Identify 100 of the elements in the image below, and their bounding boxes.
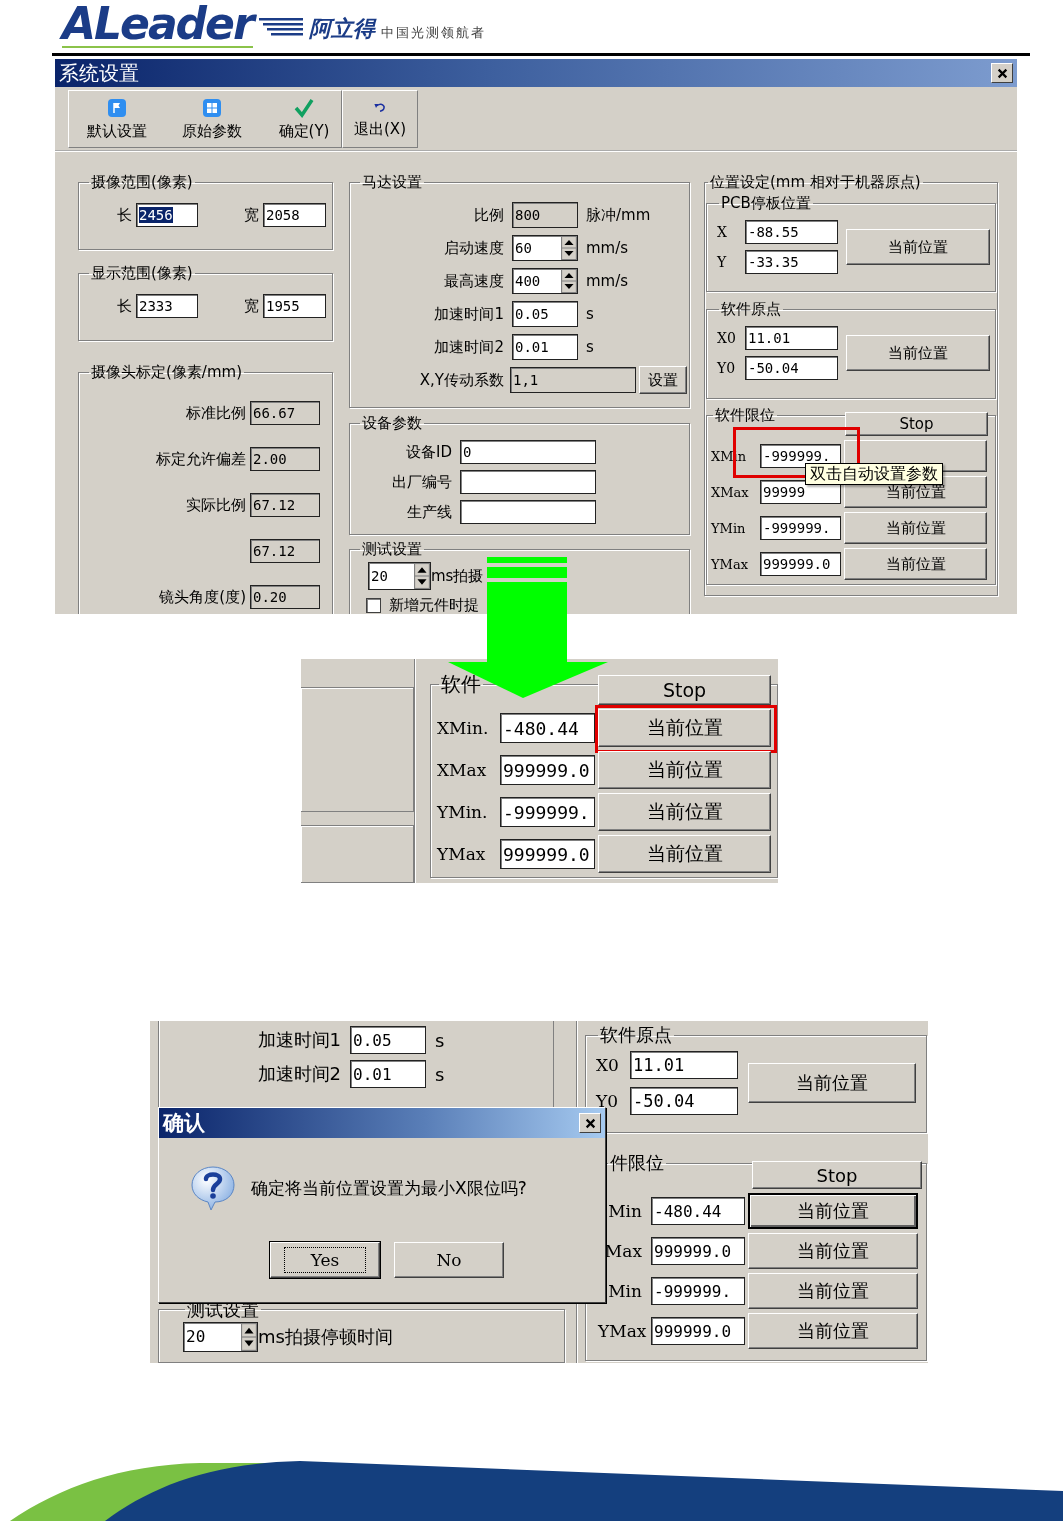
spin-box[interactable]: 20 (368, 562, 431, 590)
dialog-title: 确认 (163, 1110, 205, 1137)
text-field[interactable]: 0.01 (512, 334, 578, 360)
dialog-button[interactable]: Yes (270, 1242, 380, 1278)
unit-label: 脉冲/mm (586, 205, 651, 225)
text-field[interactable]: -50.04 (630, 1087, 738, 1115)
unit-label: s (435, 1029, 445, 1051)
current-position-button[interactable]: 当前位置 (846, 229, 990, 265)
set-button[interactable]: 设置 (639, 366, 687, 394)
group-title: 软件原点 (720, 301, 782, 318)
text-field[interactable]: 0.20 (250, 585, 320, 609)
text-field[interactable]: 999999.0 (760, 552, 841, 576)
current-position-button[interactable]: 当前位置 (748, 1193, 918, 1229)
current-position-button[interactable]: 当前位置 (748, 1313, 918, 1349)
field-label: XMin. (437, 718, 490, 738)
spinner-arrows-icon[interactable] (241, 1322, 257, 1351)
checkbox[interactable] (366, 598, 381, 613)
field-label: 宽 (243, 205, 259, 225)
text-field[interactable]: -480.44 (651, 1197, 745, 1225)
field-label: X0 (717, 330, 737, 346)
text-field[interactable]: 11.01 (630, 1051, 738, 1079)
text-field[interactable]: 2.00 (250, 447, 320, 471)
text-field[interactable]: -999999. (760, 516, 841, 540)
field-label: XMax (711, 484, 750, 500)
current-position-button[interactable]: 当前位置 (748, 1063, 916, 1103)
stop-button[interactable]: Stop (845, 412, 988, 436)
text-field[interactable]: -480.44 (500, 713, 595, 743)
text-field[interactable] (460, 500, 596, 524)
text-field[interactable]: 0.05 (512, 301, 578, 327)
text-field[interactable]: 1955 (263, 294, 326, 318)
spinner-arrows-icon[interactable] (414, 563, 430, 589)
text-field[interactable]: 800 (512, 202, 578, 228)
spinner-arrows-icon[interactable] (561, 236, 577, 260)
dialog-button[interactable]: No (394, 1242, 504, 1278)
brand-name: 阿立得 (308, 15, 375, 43)
current-position-button[interactable]: 当前位置 (598, 835, 771, 873)
text-field[interactable]: 2333 (136, 294, 198, 318)
group-title: 软件限位 (714, 407, 776, 424)
check-icon (294, 97, 314, 118)
text-field[interactable]: 2456 (136, 203, 198, 227)
toolbar-button[interactable]: 确定(Y) (267, 91, 341, 147)
field-label: 加速时间2 (433, 337, 504, 357)
current-position-button[interactable]: 当前位置 (748, 1273, 918, 1309)
stop-button[interactable]: Stop (752, 1161, 922, 1189)
text-field[interactable]: 2058 (263, 203, 326, 227)
field-label: 比例 (473, 205, 504, 225)
text-field[interactable]: -999999. (651, 1277, 745, 1305)
text-field[interactable]: 67.12 (250, 539, 320, 563)
text-field[interactable]: 11.01 (745, 326, 838, 350)
text-field[interactable]: 999999.0 (651, 1317, 745, 1345)
text-field[interactable]: 67.12 (250, 493, 320, 517)
unit-label: s (586, 305, 594, 323)
spin-box[interactable]: 20 (183, 1321, 258, 1352)
text-field[interactable]: 66.67 (250, 401, 320, 425)
text-field[interactable]: -33.35 (745, 250, 838, 274)
field-label: 宽 (243, 296, 259, 316)
text-field[interactable]: 1,1 (510, 367, 636, 393)
unit-label: s (586, 338, 594, 356)
current-position-button[interactable]: 当前位置 (598, 751, 771, 789)
unit-label: s (435, 1063, 445, 1085)
text-field[interactable]: 0.01 (350, 1060, 426, 1088)
text-field[interactable] (460, 470, 596, 494)
spin-box[interactable]: 60 (512, 235, 578, 261)
group-title: 显示范围(像素) (90, 265, 194, 282)
spinner-arrows-icon[interactable] (561, 269, 577, 293)
stop-button[interactable]: Stop (598, 675, 771, 705)
text-field[interactable]: 999999.0 (500, 839, 595, 869)
field-label: YMin. (437, 802, 489, 822)
question-icon (189, 1164, 237, 1212)
unit-label: mm/s (586, 272, 629, 290)
toolbar-button[interactable]: 默认设置 (77, 91, 157, 147)
group-title: 软件原点 (599, 1025, 673, 1045)
group-title: 设备参数 (361, 415, 423, 432)
current-position-button[interactable]: 当前位置 (598, 709, 771, 747)
field-label: Min (607, 1281, 642, 1301)
current-position-button[interactable]: 当前位置 (844, 548, 987, 580)
group-title: 件限位 (609, 1153, 665, 1173)
text-field[interactable]: 99999 (760, 480, 841, 504)
field-label: ms拍摄 (431, 566, 484, 586)
text-field[interactable]: -999999. (500, 797, 595, 827)
group-title: 软件 (440, 673, 482, 695)
close-button[interactable] (991, 63, 1013, 83)
toolbar-button[interactable]: 原始参数 (157, 91, 267, 147)
field-label: 设备ID (405, 442, 452, 462)
text-field[interactable]: -88.55 (745, 220, 838, 244)
spin-box[interactable]: 400 (512, 268, 578, 294)
field-label: Max (603, 1241, 642, 1261)
group-title: 摄像范围(像素) (90, 174, 194, 191)
close-button[interactable] (579, 1113, 601, 1133)
current-position-button[interactable]: 当前位置 (748, 1233, 918, 1269)
text-field[interactable]: 999999.0 (651, 1237, 745, 1265)
current-position-button[interactable]: 当前位置 (598, 793, 771, 831)
toolbar-button[interactable]: 退出(X) (343, 91, 417, 147)
close-icon (584, 1117, 596, 1129)
text-field[interactable]: -50.04 (745, 356, 838, 380)
current-position-button[interactable]: 当前位置 (846, 335, 990, 371)
text-field[interactable]: 0.05 (350, 1026, 426, 1054)
text-field[interactable]: 0 (460, 440, 596, 464)
text-field[interactable]: 999999.0 (500, 755, 595, 785)
current-position-button[interactable]: 当前位置 (844, 512, 987, 544)
